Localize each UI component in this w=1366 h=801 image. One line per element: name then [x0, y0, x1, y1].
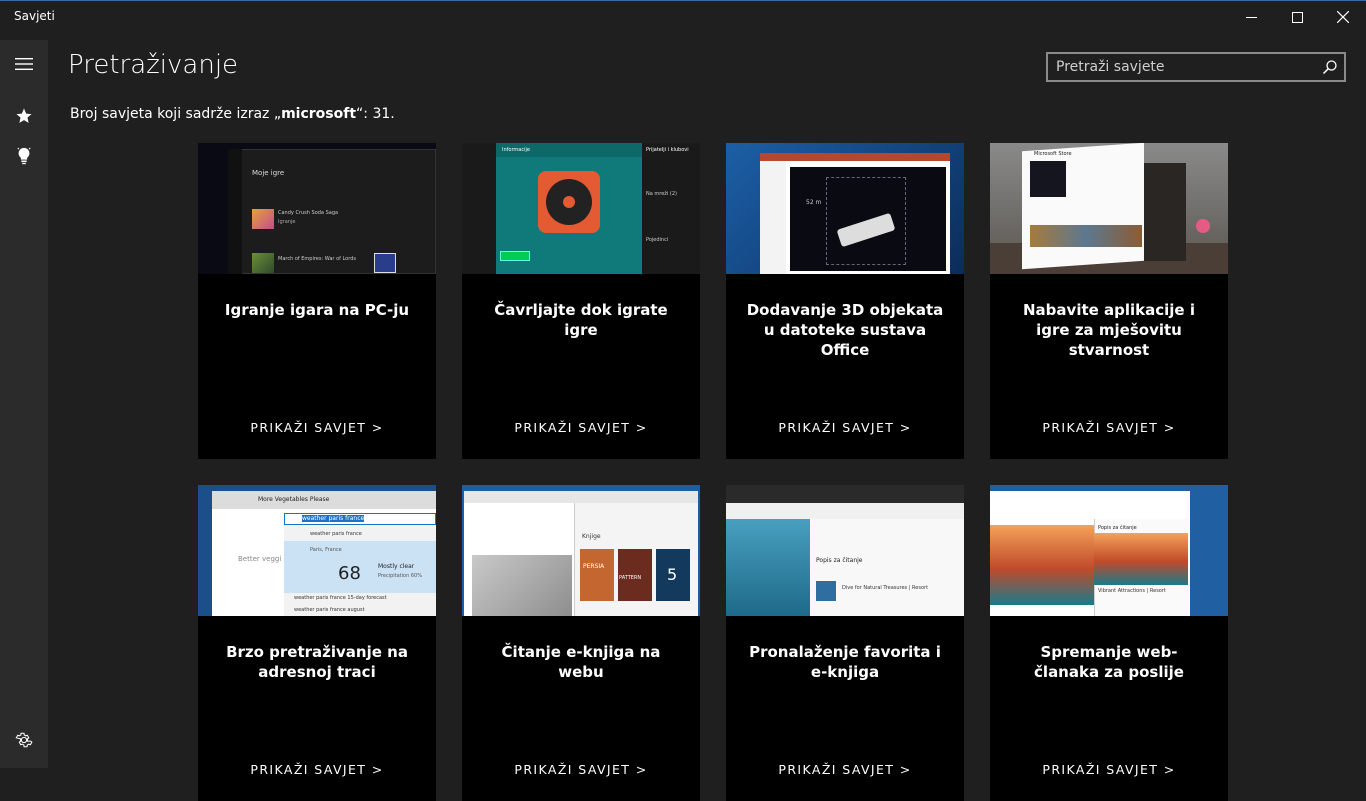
search-box[interactable]: [1046, 52, 1346, 82]
tip-thumbnail: Microsoft Store: [990, 143, 1228, 274]
tip-thumbnail: Popis za čitanje Dive for Natural Treasu…: [726, 485, 964, 616]
tip-card[interactable]: Popis za čitanje Vibrant Attractions | R…: [990, 485, 1228, 801]
maximize-button[interactable]: [1274, 1, 1320, 33]
title-bar: Savjeti: [0, 0, 1366, 32]
show-tip-link[interactable]: PRIKAŽI SAVJET >: [990, 420, 1228, 435]
star-icon: [16, 108, 32, 123]
tip-thumbnail: 52 m: [726, 143, 964, 274]
search-input[interactable]: [1056, 58, 1306, 76]
tip-title: Čavrljajte dok igrate igre: [494, 301, 668, 339]
menu-button[interactable]: [0, 44, 48, 84]
maximize-icon: [1291, 11, 1303, 23]
tip-card[interactable]: More Vegetables Please weather paris fra…: [198, 485, 436, 801]
close-button[interactable]: [1320, 1, 1366, 33]
tip-thumbnail: Knjige PERSIA PATTERN 5: [462, 485, 700, 616]
sidebar: [0, 40, 48, 768]
tip-card[interactable]: Knjige PERSIA PATTERN 5 Čitanje e-knjiga…: [462, 485, 700, 801]
tip-card[interactable]: Microsoft Store Nabavite aplikacije i ig…: [990, 143, 1228, 459]
settings-button[interactable]: [0, 720, 48, 760]
show-tip-link[interactable]: PRIKAŽI SAVJET >: [198, 420, 436, 435]
minimize-button[interactable]: [1228, 1, 1274, 33]
tip-card[interactable]: Moje igre Candy Crush Soda Saga Igranje …: [198, 143, 436, 459]
tip-title: Brzo pretraživanje na adresnoj traci: [226, 643, 408, 681]
show-tip-link[interactable]: PRIKAŽI SAVJET >: [726, 420, 964, 435]
tip-title: Dodavanje 3D objekata u datoteke sustava…: [746, 301, 944, 359]
minimize-icon: [1245, 16, 1257, 18]
show-tip-link[interactable]: PRIKAŽI SAVJET >: [462, 420, 700, 435]
tip-title: Igranje igara na PC-ju: [224, 301, 410, 319]
show-tip-link[interactable]: PRIKAŽI SAVJET >: [726, 762, 964, 777]
favorites-button[interactable]: [0, 96, 48, 136]
app-title: Savjeti: [14, 9, 55, 23]
gear-icon: [15, 732, 33, 748]
close-icon: [1337, 11, 1349, 23]
show-tip-link[interactable]: PRIKAŽI SAVJET >: [462, 762, 700, 777]
show-tip-link[interactable]: PRIKAŽI SAVJET >: [990, 762, 1228, 777]
tip-title: Pronalaženje favorita i e-knjiga: [749, 643, 941, 681]
hamburger-icon: [15, 58, 33, 70]
tips-button[interactable]: [0, 136, 48, 176]
show-tip-link[interactable]: PRIKAŽI SAVJET >: [198, 762, 436, 777]
tip-thumbnail: More Vegetables Please weather paris fra…: [198, 485, 436, 616]
tip-thumbnail: Moje igre Candy Crush Soda Saga Igranje …: [198, 143, 436, 274]
main-content: Pretraživanje Broj savjeta koji sadrže i…: [48, 32, 1366, 801]
search-term: microsoft: [281, 106, 357, 122]
tip-card[interactable]: Informacije Prijatelji i klubovi Na mrež…: [462, 143, 700, 459]
tip-thumbnail: Popis za čitanje Vibrant Attractions | R…: [990, 485, 1228, 616]
tip-card[interactable]: Popis za čitanje Dive for Natural Treasu…: [726, 485, 964, 801]
lightbulb-icon: [17, 147, 31, 165]
search-icon[interactable]: [1322, 59, 1338, 75]
tip-title: Čitanje e-knjiga na webu: [501, 643, 661, 681]
page-title: Pretraživanje: [68, 50, 239, 80]
tip-card[interactable]: 52 m Dodavanje 3D objekata u datoteke su…: [726, 143, 964, 459]
tip-title: Spremanje web-članaka za poslije: [1034, 643, 1184, 681]
tip-thumbnail: Informacije Prijatelji i klubovi Na mrež…: [462, 143, 700, 274]
result-count: Broj savjeta koji sadrže izraz „microsof…: [70, 106, 395, 122]
tip-title: Nabavite aplikacije i igre za mješovitu …: [1023, 301, 1195, 359]
